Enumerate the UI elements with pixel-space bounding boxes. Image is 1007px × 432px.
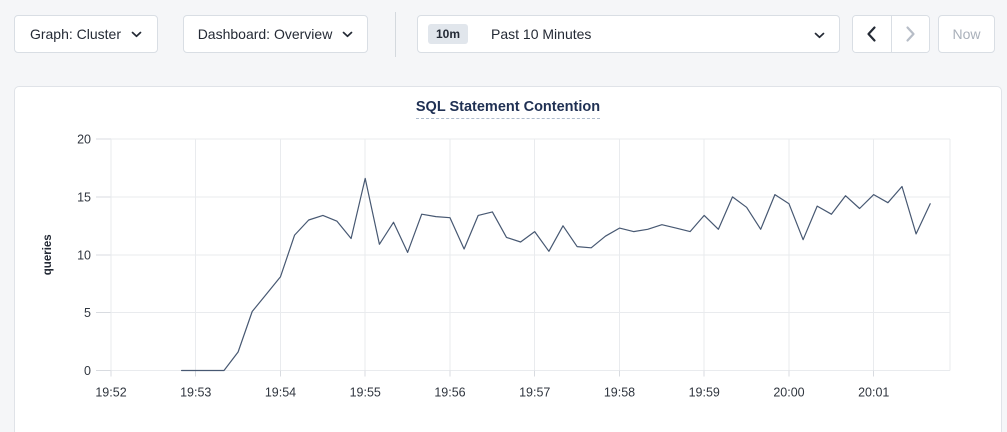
svg-text:15: 15: [77, 190, 91, 204]
svg-text:0: 0: [84, 364, 91, 378]
previous-time-window-button[interactable]: [853, 16, 891, 52]
svg-text:19:55: 19:55: [350, 386, 381, 400]
chevron-right-icon: [905, 25, 916, 43]
time-step-button-group: [852, 15, 930, 53]
next-time-window-button[interactable]: [891, 16, 930, 52]
svg-text:19:52: 19:52: [95, 386, 126, 400]
svg-text:19:59: 19:59: [689, 386, 720, 400]
graph-selector-label: Graph: Cluster: [30, 26, 121, 42]
time-range-badge: 10m: [428, 24, 468, 44]
svg-text:20: 20: [77, 133, 91, 147]
svg-text:19:58: 19:58: [604, 386, 635, 400]
chevron-left-icon: [866, 25, 877, 43]
dashboard-page: { "toolbar": { "graph_selector": { "labe…: [0, 0, 1007, 432]
toolbar-divider: [395, 12, 396, 57]
svg-text:19:54: 19:54: [265, 386, 296, 400]
svg-text:20:00: 20:00: [773, 386, 804, 400]
svg-text:20:01: 20:01: [858, 386, 889, 400]
time-range-label: Past 10 Minutes: [491, 26, 591, 42]
svg-text:5: 5: [84, 306, 91, 320]
now-button-label: Now: [952, 26, 980, 42]
graph-toolbar: Graph: Cluster Dashboard: Overview 10m P…: [0, 0, 1007, 70]
now-button[interactable]: Now: [938, 15, 995, 53]
svg-text:19:53: 19:53: [180, 386, 211, 400]
svg-text:10: 10: [77, 248, 91, 262]
dashboard-selector-dropdown[interactable]: Dashboard: Overview: [183, 15, 368, 53]
svg-text:queries: queries: [42, 234, 54, 275]
sql-statement-contention-line-chart[interactable]: 0 5 10 15 20 19:52 19:53 19:54 19:55 19:56 19:57 19…: [15, 87, 1003, 432]
graph-selector-dropdown[interactable]: Graph: Cluster: [14, 15, 158, 53]
chevron-down-icon: [814, 32, 825, 39]
svg-text:19:57: 19:57: [519, 386, 550, 400]
chevron-down-icon: [131, 31, 142, 38]
time-range-dropdown[interactable]: 10m Past 10 Minutes: [417, 15, 840, 53]
dashboard-selector-label: Dashboard: Overview: [198, 26, 333, 42]
svg-text:19:56: 19:56: [434, 386, 465, 400]
chart-card: SQL Statement Contention 0510152019:5219…: [14, 86, 1002, 432]
chevron-down-icon: [342, 31, 353, 38]
